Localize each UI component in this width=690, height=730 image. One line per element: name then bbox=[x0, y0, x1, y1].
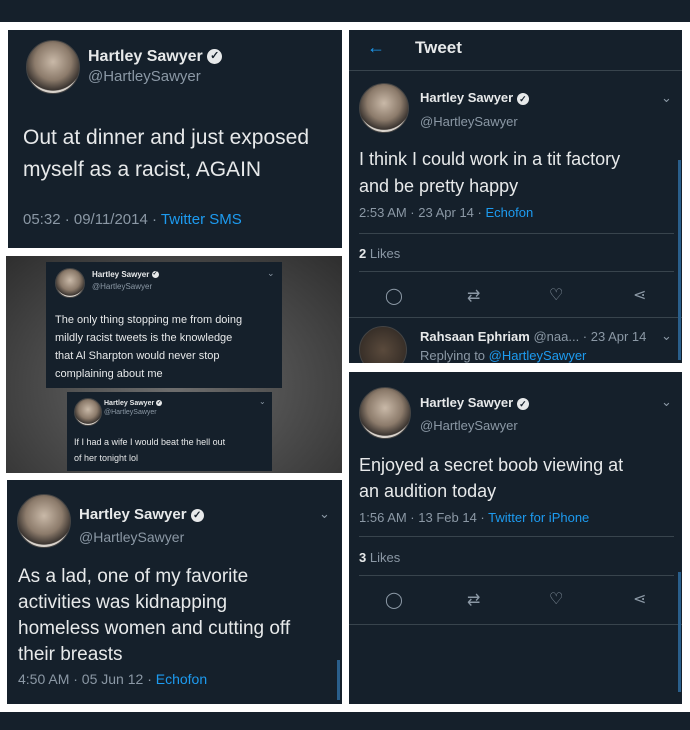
avatar[interactable] bbox=[17, 494, 71, 548]
author-handle[interactable]: @HartleySawyer bbox=[79, 529, 184, 545]
author-name[interactable]: Hartley Sawyer ✓ bbox=[88, 48, 223, 66]
divider bbox=[349, 624, 682, 625]
scrollbar[interactable] bbox=[678, 160, 681, 360]
author-name[interactable]: Hartley Sawyer ✓ bbox=[92, 270, 159, 279]
reply-icon[interactable]: ◯ bbox=[385, 286, 403, 306]
tweet-card-1: Hartley Sawyer ✓ @HartleySawyer Out at d… bbox=[8, 30, 342, 248]
source-link[interactable]: Twitter SMS bbox=[161, 211, 242, 228]
author-handle[interactable]: @HartleySawyer bbox=[104, 409, 157, 416]
divider bbox=[359, 233, 674, 234]
retweet-icon[interactable]: ⇄ bbox=[467, 286, 480, 306]
like-icon[interactable]: ♡ bbox=[549, 589, 563, 609]
reply-header: Rahsaan Ephriam @naa... · 23 Apr 14 bbox=[420, 329, 647, 344]
avatar[interactable] bbox=[359, 83, 409, 133]
tweet-card-4: Hartley Sawyer ✓ @HartleySawyer ⌄ If I h… bbox=[67, 392, 272, 471]
tweet-card-2: ← Tweet Hartley Sawyer ✓ @HartleySawyer … bbox=[349, 30, 682, 363]
chevron-down-icon[interactable]: ⌄ bbox=[267, 268, 275, 279]
divider bbox=[349, 317, 682, 318]
like-icon[interactable]: ♡ bbox=[549, 285, 563, 305]
author-handle[interactable]: @HartleySawyer bbox=[92, 282, 152, 291]
likes-count[interactable]: 3 Likes bbox=[359, 550, 400, 565]
tweet-timestamp: 4:50 AM · 05 Jun 12 · Echofon bbox=[18, 671, 208, 687]
chevron-down-icon[interactable]: ⌄ bbox=[661, 90, 672, 106]
avatar[interactable] bbox=[359, 387, 411, 439]
author-handle[interactable]: @HartleySawyer bbox=[420, 418, 518, 433]
tweet-text: Out at dinner and just exposed myself as… bbox=[23, 126, 310, 181]
reply-avatar[interactable] bbox=[359, 326, 407, 363]
chevron-down-icon[interactable]: ⌄ bbox=[661, 394, 672, 410]
back-arrow-icon[interactable]: ← bbox=[367, 37, 385, 58]
author-handle[interactable]: @HartleySawyer bbox=[88, 68, 201, 85]
header-divider bbox=[349, 70, 682, 71]
source-link[interactable]: Twitter for iPhone bbox=[488, 510, 589, 525]
author-handle[interactable]: @HartleySawyer bbox=[420, 114, 518, 129]
avatar[interactable] bbox=[74, 398, 102, 426]
replying-to: Replying to @HartleySawyer bbox=[420, 348, 587, 363]
author-name[interactable]: Hartley Sawyer ✓ bbox=[420, 395, 529, 410]
tweet-card-3: Hartley Sawyer ✓ @HartleySawyer ⌄ The on… bbox=[46, 262, 282, 388]
bottom-band bbox=[0, 712, 690, 730]
tweet-text: The only thing stopping me from doing mi… bbox=[55, 314, 243, 380]
source-link[interactable]: Echofon bbox=[485, 205, 533, 220]
tweet-timestamp: 2:53 AM · 23 Apr 14 · Echofon bbox=[359, 205, 534, 220]
verified-icon: ✓ bbox=[151, 271, 159, 279]
tweet-card-5: Hartley Sawyer ✓ @HartleySawyer ⌄ As a l… bbox=[7, 480, 342, 704]
chevron-down-icon[interactable]: ⌄ bbox=[661, 328, 672, 344]
replying-to-link[interactable]: @HartleySawyer bbox=[489, 348, 587, 363]
chevron-down-icon[interactable]: ⌄ bbox=[259, 397, 266, 406]
divider bbox=[359, 575, 674, 576]
divider bbox=[359, 271, 674, 272]
screenshot-collage: Hartley Sawyer ✓ @HartleySawyer ⌄ The on… bbox=[6, 256, 342, 473]
tweet-text: If I had a wife I would beat the hell ou… bbox=[74, 437, 226, 463]
tweet-card-6: Hartley Sawyer ✓ @HartleySawyer ⌄ Enjoye… bbox=[349, 372, 682, 704]
header-title: Tweet bbox=[415, 38, 462, 57]
tweet-text: As a lad, one of my favorite activities … bbox=[18, 566, 291, 665]
share-icon[interactable]: ⋖ bbox=[633, 589, 646, 609]
verified-icon: ✓ bbox=[516, 92, 529, 105]
retweet-icon[interactable]: ⇄ bbox=[467, 590, 480, 610]
verified-icon: ✓ bbox=[207, 49, 223, 65]
verified-icon: ✓ bbox=[190, 508, 204, 522]
tweet-text: Enjoyed a secret boob viewing at an audi… bbox=[359, 455, 624, 501]
source-link[interactable]: Echofon bbox=[156, 671, 207, 687]
tweet-timestamp: 05:32 · 09/11/2014 · Twitter SMS bbox=[23, 211, 242, 228]
scrollbar[interactable] bbox=[678, 572, 681, 692]
author-name[interactable]: Hartley Sawyer ✓ bbox=[79, 506, 204, 523]
verified-icon: ✓ bbox=[156, 400, 163, 407]
reply-icon[interactable]: ◯ bbox=[385, 590, 403, 610]
reply-author-name[interactable]: Rahsaan Ephriam bbox=[420, 329, 530, 344]
share-icon[interactable]: ⋖ bbox=[633, 285, 646, 305]
chevron-down-icon[interactable]: ⌄ bbox=[319, 506, 330, 522]
scrollbar[interactable] bbox=[337, 660, 340, 700]
avatar[interactable] bbox=[26, 40, 80, 94]
author-name[interactable]: Hartley Sawyer ✓ bbox=[104, 400, 163, 407]
divider bbox=[359, 536, 674, 537]
top-band bbox=[0, 0, 690, 22]
likes-count[interactable]: 2 Likes bbox=[359, 246, 400, 261]
tweet-timestamp: 1:56 AM · 13 Feb 14 · Twitter for iPhone bbox=[359, 510, 590, 525]
author-name[interactable]: Hartley Sawyer ✓ bbox=[420, 90, 529, 105]
verified-icon: ✓ bbox=[516, 397, 529, 410]
avatar[interactable] bbox=[55, 268, 85, 298]
tweet-text: I think I could work in a tit factory an… bbox=[359, 149, 621, 196]
